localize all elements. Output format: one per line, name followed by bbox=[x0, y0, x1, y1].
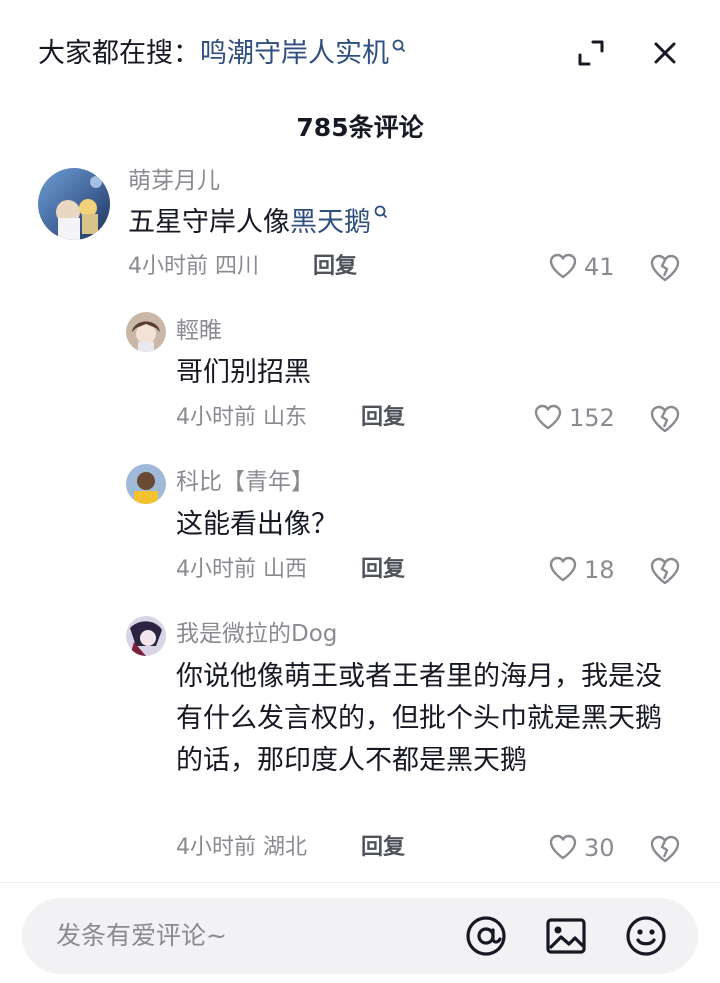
heart-icon bbox=[549, 556, 577, 582]
reply-button[interactable]: 回复 bbox=[361, 555, 405, 585]
comment-location: 湖北 bbox=[263, 835, 308, 860]
like-button[interactable]: 30 bbox=[548, 831, 648, 865]
at-icon[interactable] bbox=[464, 914, 508, 958]
comment-meta: 4小时前 山西 bbox=[176, 555, 307, 585]
comment-text: 这能看出像？ bbox=[176, 509, 338, 540]
like-button[interactable]: 18 bbox=[548, 553, 648, 587]
image-icon[interactable] bbox=[544, 914, 588, 958]
comment-author[interactable]: 我是微拉的Dog bbox=[176, 619, 337, 649]
like-count: 30 bbox=[584, 834, 615, 862]
reply-button[interactable]: 回复 bbox=[361, 403, 405, 433]
expand-icon[interactable] bbox=[576, 38, 606, 68]
close-icon[interactable] bbox=[650, 38, 680, 68]
like-button[interactable]: 152 bbox=[533, 401, 633, 435]
comment-search-link[interactable]: 黑天鹅 bbox=[290, 207, 371, 238]
comment-text-body: 五星守岸人像 bbox=[128, 207, 290, 238]
comment-count: 785条评论 bbox=[296, 113, 424, 142]
comment-author[interactable]: 輕睢 bbox=[176, 316, 222, 346]
search-suggestion-prefix: 大家都在搜： bbox=[38, 38, 200, 69]
comment-input-placeholder[interactable]: 发条有爱评论~ bbox=[56, 918, 227, 954]
like-count: 18 bbox=[584, 556, 615, 584]
heart-icon bbox=[549, 253, 577, 279]
divider bbox=[0, 882, 720, 883]
dislike-icon[interactable] bbox=[649, 252, 681, 284]
comment-text: 五星守岸人像黑天鹅 bbox=[128, 202, 688, 244]
comment-location: 四川 bbox=[215, 254, 260, 279]
comment-location: 山西 bbox=[263, 557, 308, 582]
heart-icon bbox=[534, 404, 562, 430]
comment-time: 4小时前 bbox=[128, 254, 208, 279]
comment-panel-header: 大家都在搜：鸣潮守岸人实机 bbox=[0, 0, 720, 106]
reply-button[interactable]: 回复 bbox=[361, 833, 405, 863]
dislike-icon[interactable] bbox=[649, 833, 681, 865]
emoji-icon[interactable] bbox=[624, 914, 668, 958]
like-count: 41 bbox=[584, 253, 615, 281]
search-suggestion-term[interactable]: 鸣潮守岸人实机 bbox=[200, 38, 389, 69]
avatar[interactable] bbox=[38, 168, 110, 240]
comment-time: 4小时前 bbox=[176, 835, 256, 860]
dislike-icon[interactable] bbox=[649, 555, 681, 587]
comment-author[interactable]: 萌芽月儿 bbox=[128, 166, 220, 196]
search-suggestion[interactable]: 大家都在搜：鸣潮守岸人实机 bbox=[38, 36, 407, 72]
comment-meta: 4小时前 山东 bbox=[176, 403, 307, 433]
search-icon bbox=[374, 205, 387, 218]
comment-meta: 4小时前 湖北 bbox=[176, 833, 307, 863]
dislike-icon[interactable] bbox=[649, 403, 681, 435]
search-icon bbox=[392, 39, 405, 52]
heart-icon bbox=[549, 834, 577, 860]
comment-meta: 4小时前 四川 bbox=[128, 252, 259, 282]
comment-text: 哥们别招黑 bbox=[176, 357, 311, 388]
comment-author[interactable]: 科比【青年】 bbox=[176, 467, 314, 497]
comment-time: 4小时前 bbox=[176, 405, 256, 430]
reply-button[interactable]: 回复 bbox=[313, 252, 357, 282]
like-button[interactable]: 41 bbox=[548, 250, 648, 284]
comment-time: 4小时前 bbox=[176, 557, 256, 582]
comment-text: 你说他像萌王或者王者里的海月，我是没有什么发言权的，但批个头巾就是黑天鹅的话，那… bbox=[176, 661, 662, 776]
avatar[interactable] bbox=[126, 464, 166, 504]
comment-location: 山东 bbox=[263, 405, 308, 430]
avatar[interactable] bbox=[126, 312, 166, 352]
like-count: 152 bbox=[569, 404, 615, 432]
comment-input-bar[interactable]: 发条有爱评论~ bbox=[22, 898, 698, 974]
avatar[interactable] bbox=[126, 616, 166, 656]
